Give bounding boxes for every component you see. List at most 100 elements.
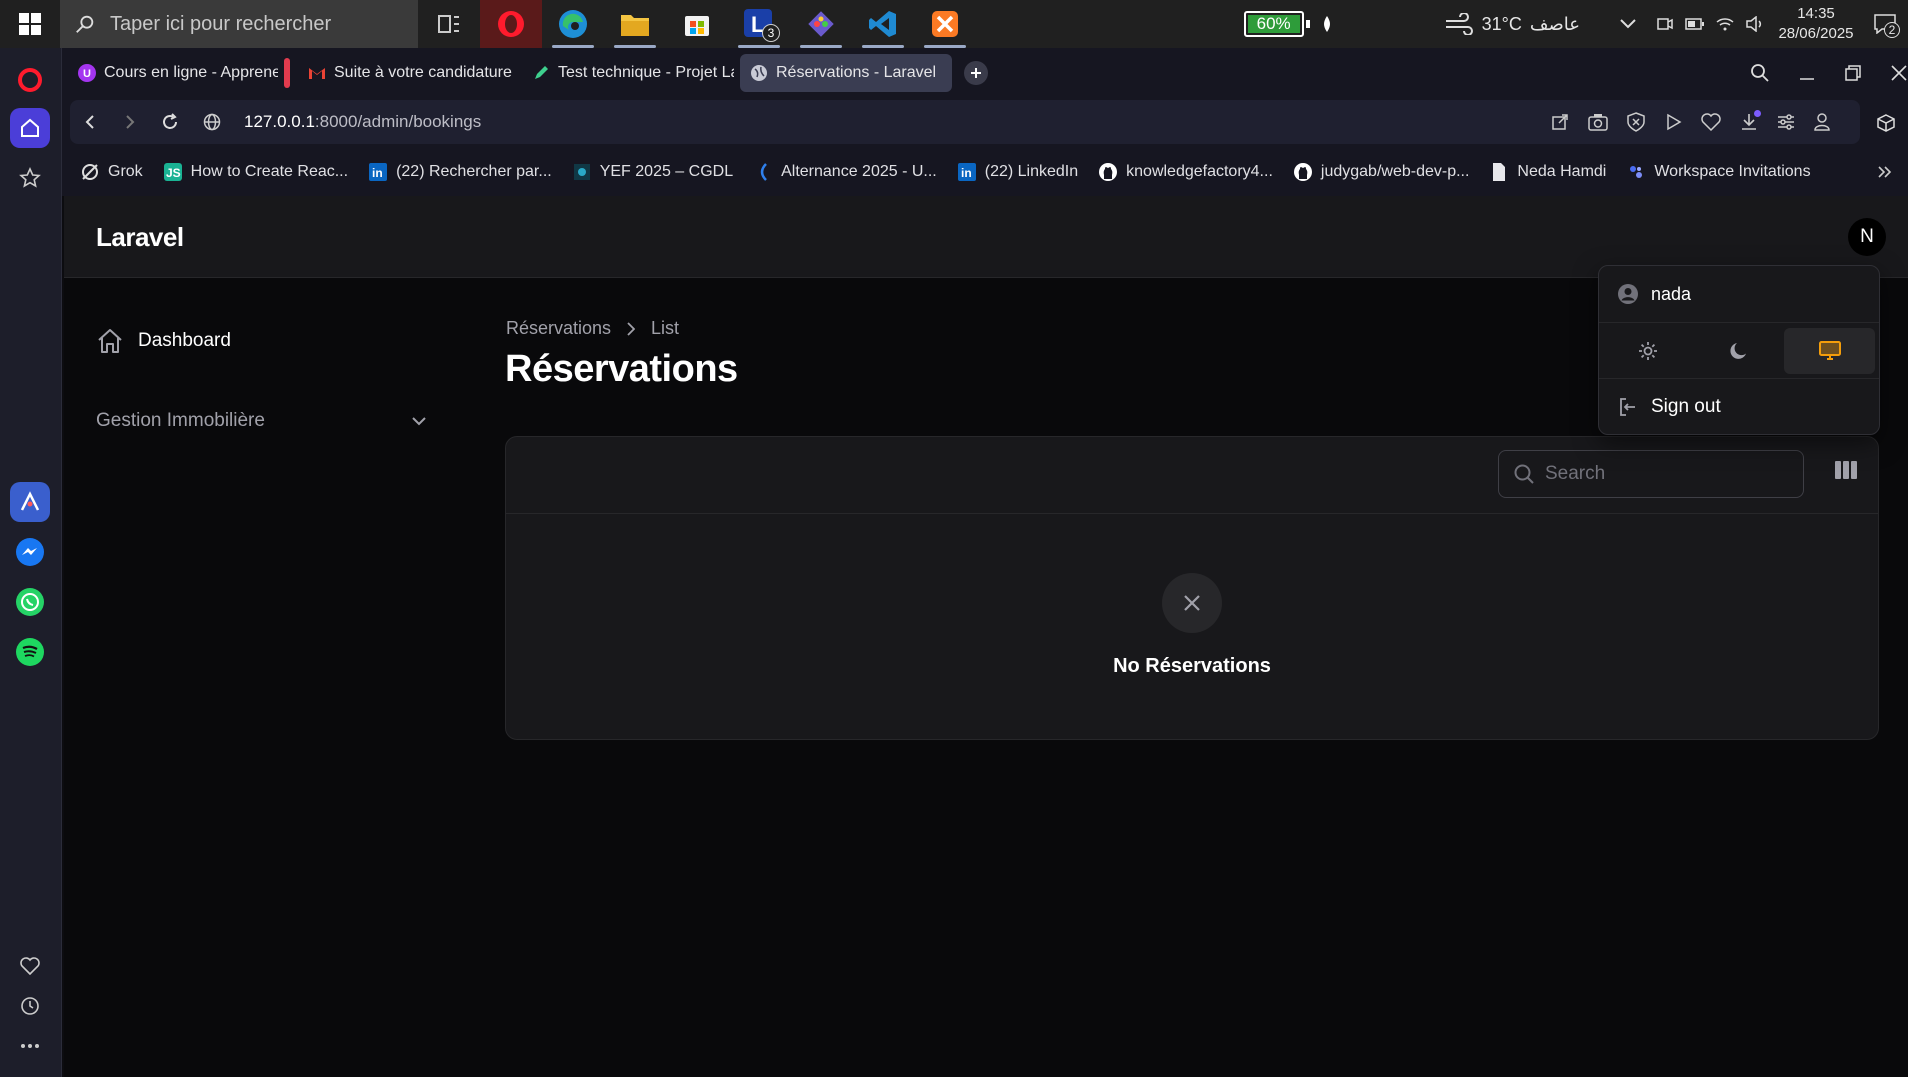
share-icon[interactable] (1551, 113, 1569, 131)
taskbar-search-box[interactable]: Taper ici pour rechercher (60, 0, 418, 48)
bookmark-knowledgefactory[interactable]: knowledgefactory4... (1098, 162, 1273, 182)
url-text[interactable]: 127.0.0.1:8000/admin/bookings (244, 112, 481, 132)
svg-text:U: U (83, 68, 91, 80)
easy-setup-icon[interactable] (1777, 114, 1795, 130)
table-search-input[interactable]: Search (1498, 450, 1804, 498)
spotify-icon[interactable] (10, 632, 50, 672)
bookmark-grok[interactable]: Grok (80, 162, 143, 182)
browser-address-row: 127.0.0.1:8000/admin/bookings (62, 98, 1908, 148)
brand-logo[interactable]: Laravel (96, 222, 184, 253)
player-icon[interactable] (1664, 113, 1682, 131)
temperature: 31°C (1481, 13, 1522, 34)
wifi-icon[interactable] (1710, 0, 1740, 48)
aria-icon[interactable] (10, 482, 50, 522)
whatsapp-icon[interactable] (10, 582, 50, 622)
bookmark-linkedin-search[interactable]: in (22) Rechercher par... (368, 162, 552, 182)
search-tabs-icon[interactable] (1750, 63, 1770, 83)
battery-indicator[interactable]: 60% (1243, 11, 1334, 37)
microsoft-store-taskbar-icon[interactable] (666, 0, 728, 48)
bookmark-neda-hamdi[interactable]: Neda Hamdi (1489, 162, 1606, 182)
tab-cours-en-ligne[interactable]: U Cours en ligne - Apprenez (68, 54, 278, 92)
clock[interactable]: 14:35 28/06/2025 (1770, 4, 1862, 44)
tab-reservations-laravel[interactable]: Réservations - Laravel (740, 54, 952, 92)
restore-icon[interactable] (1844, 64, 1862, 82)
back-icon[interactable] (70, 100, 110, 144)
home-icon[interactable] (10, 108, 50, 148)
messenger-icon[interactable] (10, 532, 50, 572)
file-explorer-taskbar-icon[interactable] (604, 0, 666, 48)
reload-icon[interactable] (150, 100, 190, 144)
bookmark-label: How to Create Reac... (190, 163, 349, 180)
notifications-icon[interactable]: 2 (1862, 0, 1908, 48)
column-toggle-icon[interactable] (1834, 460, 1858, 480)
close-window-icon[interactable] (1890, 64, 1908, 82)
tab-candidature[interactable]: Suite à votre candidature - (298, 54, 516, 92)
sidebar-group-label: Gestion Immobilière (96, 410, 265, 431)
volume-icon[interactable] (1740, 0, 1770, 48)
bookmark-yef[interactable]: YEF 2025 – CGDL (572, 162, 733, 182)
extensions-cube-icon[interactable] (1866, 98, 1906, 148)
task-view-icon[interactable] (418, 0, 480, 48)
star-icon[interactable] (10, 158, 50, 198)
minimize-icon[interactable] (1798, 64, 1816, 82)
favorite-heart-icon[interactable] (1701, 113, 1721, 131)
meet-now-icon[interactable] (1650, 0, 1680, 48)
bookmark-alternance[interactable]: Alternance 2025 - U... (753, 162, 937, 182)
opera-taskbar-icon[interactable] (480, 0, 542, 48)
gmail-favicon-icon (309, 68, 325, 79)
profile-icon[interactable] (1814, 113, 1830, 131)
downloads-icon[interactable] (1740, 110, 1761, 131)
search-icon (1514, 464, 1534, 484)
tab-test-technique[interactable]: Test technique - Projet Lar (522, 54, 734, 92)
theme-light-button[interactable] (1603, 328, 1694, 374)
plus-icon (971, 68, 981, 78)
heart-icon[interactable] (10, 946, 50, 986)
git-taskbar-icon[interactable] (790, 0, 852, 48)
bookmark-linkedin[interactable]: in (22) LinkedIn (957, 162, 1078, 182)
alternance-icon (760, 163, 768, 181)
weather-widget[interactable]: 31°C عاصف (1444, 13, 1580, 35)
theme-system-button[interactable] (1784, 327, 1876, 374)
sidebar-group-gestion-immobiliere[interactable]: Gestion Immobilière (96, 410, 426, 432)
svg-text:in: in (372, 166, 383, 180)
opera-logo-icon[interactable] (10, 60, 50, 100)
new-tab-button[interactable] (964, 61, 988, 85)
bookmarks-overflow-icon[interactable] (1878, 148, 1892, 196)
windows-start-icon[interactable] (0, 0, 60, 48)
bookmark-react[interactable]: JS How to Create Reac... (163, 162, 348, 182)
forward-icon[interactable] (110, 100, 150, 144)
bookmark-label: Workspace Invitations (1654, 163, 1811, 180)
history-icon[interactable] (10, 986, 50, 1026)
bookmark-workspace-invitations[interactable]: Workspace Invitations (1626, 162, 1811, 182)
plug-icon (1323, 16, 1330, 32)
adblock-shield-icon[interactable] (1627, 112, 1645, 132)
bookmark-label: (22) Rechercher par... (396, 163, 552, 180)
clock-time: 14:35 (1797, 5, 1835, 22)
sign-out-button[interactable]: Sign out (1599, 379, 1879, 435)
empty-state-heading: No Réservations (1113, 655, 1271, 677)
site-info-icon[interactable] (194, 100, 230, 144)
address-bar[interactable]: 127.0.0.1:8000/admin/bookings (70, 100, 1860, 144)
breadcrumb-link-reservations[interactable]: Réservations (506, 318, 611, 339)
camera-icon[interactable] (1588, 113, 1608, 131)
user-menu-username: nada (1651, 283, 1692, 304)
sidebar-item-dashboard[interactable]: Dashboard (96, 326, 231, 356)
chevron-up-icon[interactable] (1606, 0, 1650, 48)
svg-text:in: in (961, 166, 972, 180)
user-menu-profile: nada (1599, 266, 1879, 323)
battery-tray-icon[interactable] (1680, 0, 1710, 48)
bookmark-label: Grok (108, 163, 143, 180)
xampp-taskbar-icon[interactable] (914, 0, 976, 48)
bookmark-judygab[interactable]: judygab/web-dev-p... (1293, 162, 1469, 182)
bookings-table: Search No Réservations (505, 436, 1879, 740)
edge-taskbar-icon[interactable] (542, 0, 604, 48)
user-avatar-button[interactable]: N (1848, 218, 1886, 256)
vscode-taskbar-icon[interactable] (852, 0, 914, 48)
user-menu-dropdown: nada Sign out (1598, 265, 1880, 435)
react-site-icon: JS (163, 163, 182, 181)
user-circle-icon (1618, 284, 1638, 304)
theme-dark-button[interactable] (1694, 328, 1785, 374)
tab-label: Test technique - Projet Lar (558, 64, 734, 81)
more-icon[interactable] (10, 1026, 50, 1066)
launcher-taskbar-icon[interactable]: L 3 (728, 0, 790, 48)
